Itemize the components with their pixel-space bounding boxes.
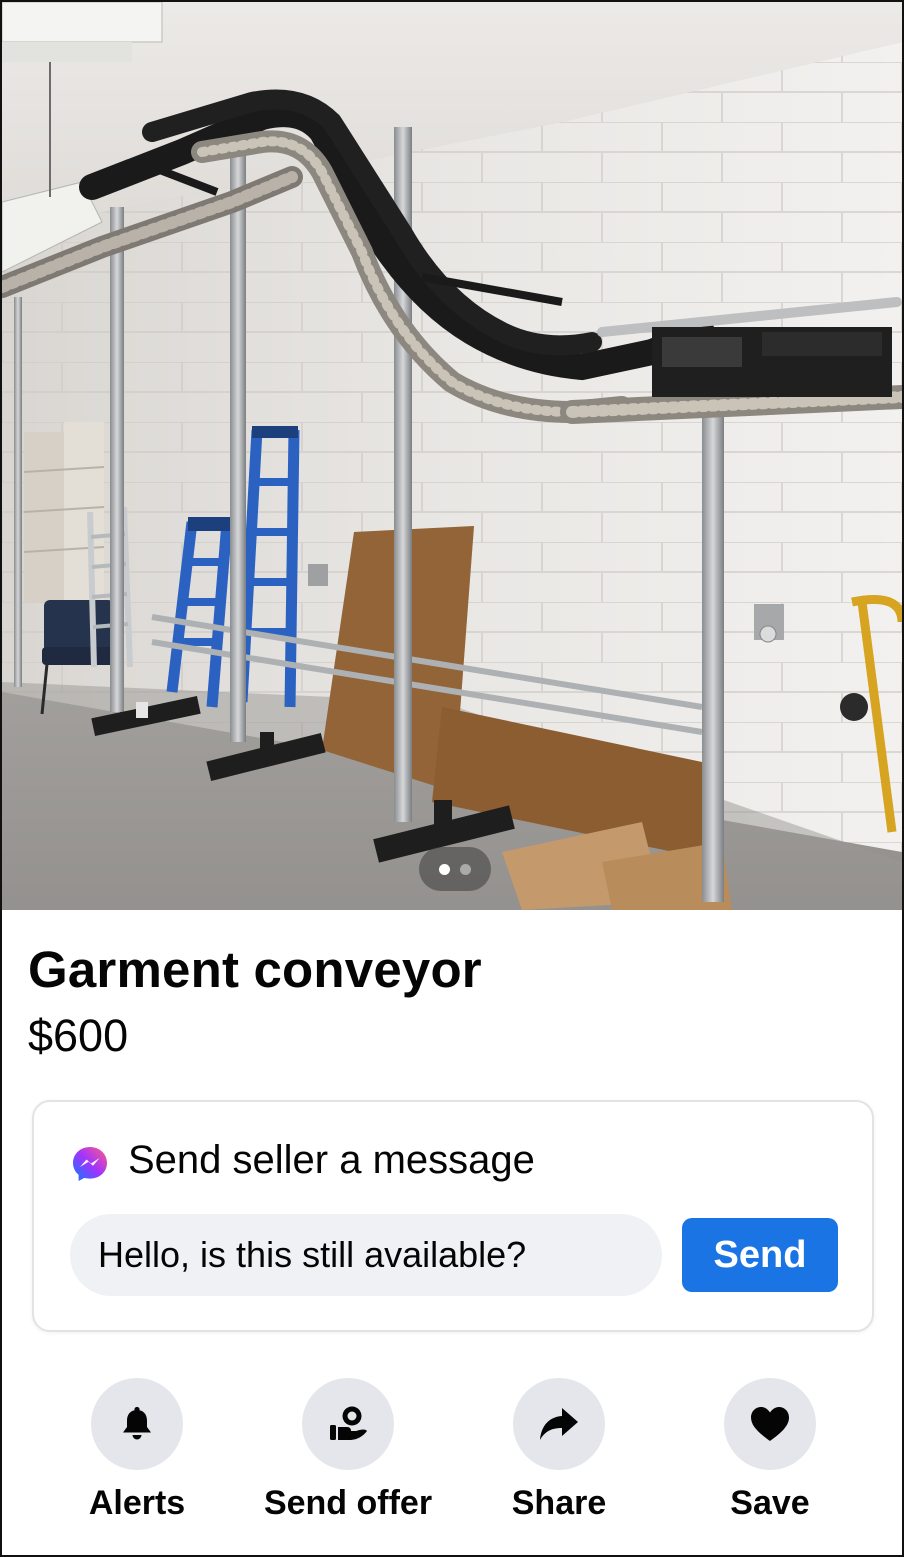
listing-actions: Alerts Send offer Share Save (2, 1378, 902, 1538)
pager-dot[interactable] (460, 863, 471, 875)
messenger-icon (73, 1147, 107, 1181)
send-offer-label: Send offer (263, 1484, 433, 1522)
message-input[interactable] (70, 1214, 662, 1296)
listing-photo-image (2, 2, 902, 910)
save-label: Save (730, 1484, 810, 1522)
listing-title: Garment conveyor (28, 941, 482, 998)
share-icon (540, 1408, 578, 1440)
message-card-header: Send seller a message (70, 1136, 535, 1184)
alerts-button[interactable]: Alerts (37, 1378, 237, 1523)
listing-price: $600 (28, 1010, 129, 1061)
send-button[interactable]: Send (682, 1218, 838, 1292)
alerts-label: Alerts (88, 1484, 186, 1522)
save-button[interactable]: Save (670, 1378, 870, 1523)
send-offer-button[interactable]: Send offer (248, 1378, 448, 1523)
pager-dot-active[interactable] (439, 863, 450, 875)
share-circle[interactable] (513, 1378, 605, 1470)
send-offer-circle[interactable] (302, 1378, 394, 1470)
send-seller-message-card: Send seller a message Send (32, 1100, 874, 1332)
share-label: Share (511, 1484, 607, 1522)
heart-icon (751, 1407, 789, 1441)
photo-pager[interactable] (419, 847, 491, 891)
share-button[interactable]: Share (459, 1378, 659, 1523)
save-circle[interactable] (724, 1378, 816, 1470)
offer-icon (330, 1406, 367, 1440)
marketplace-listing-screen: Garment conveyor $600 Send seller a mess… (0, 0, 904, 1557)
alerts-circle[interactable] (91, 1378, 183, 1470)
listing-photo[interactable] (2, 2, 902, 910)
message-card-title: Send seller a message (128, 1137, 535, 1182)
bell-icon (123, 1406, 151, 1440)
